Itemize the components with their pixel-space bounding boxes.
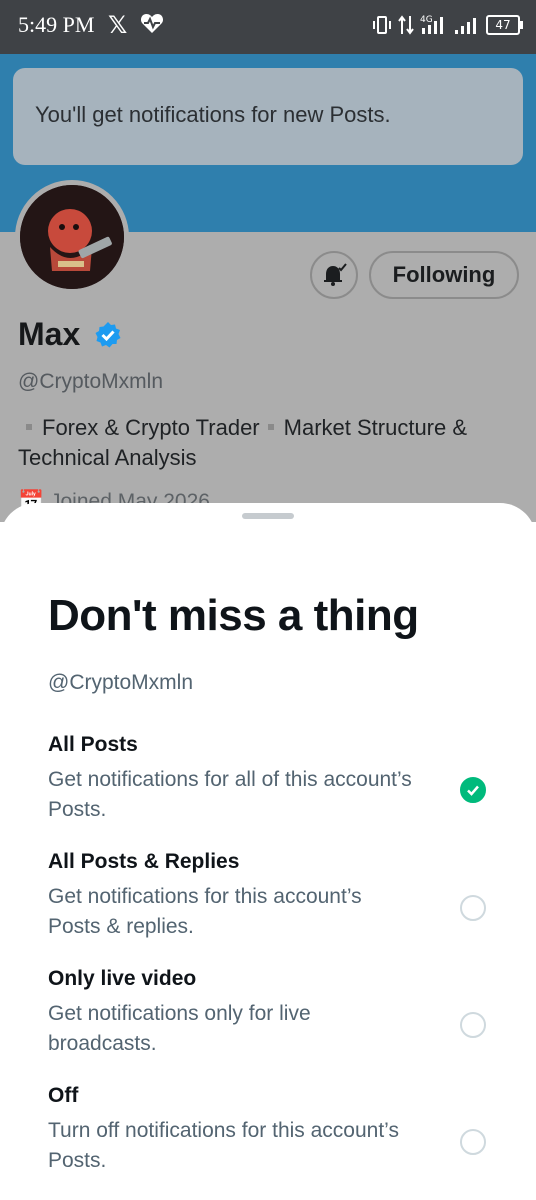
- sheet-account-handle: @CryptoMxmln: [48, 671, 194, 694]
- battery-icon: 47: [486, 15, 523, 35]
- screen: 5:49 PM 𝕏 4G 47 You'll get notifications…: [0, 0, 536, 1200]
- bell-icon: [324, 263, 347, 286]
- status-time: 5:49 PM: [18, 12, 95, 37]
- option-live-video[interactable]: Only live video Get notifications only f…: [48, 967, 508, 1077]
- option-all-posts-replies[interactable]: All Posts & Replies Get notifications fo…: [48, 850, 508, 960]
- bullet-icon: [267, 424, 274, 431]
- status-bar: 5:49 PM 𝕏 4G 47: [0, 0, 536, 54]
- checkmark-icon: [467, 785, 479, 796]
- signal-4g-icon: 4G: [420, 15, 443, 34]
- profile-handle: @CryptoMxmln: [18, 370, 164, 393]
- radio-live-video[interactable]: [460, 1012, 486, 1038]
- bio-item-1: Forex & Crypto Trader: [42, 415, 260, 440]
- radio-all-posts[interactable]: [460, 777, 486, 803]
- data-transfer-icon: [398, 15, 414, 35]
- profile-bio: Forex & Crypto Trader Market Structure & …: [18, 413, 518, 473]
- notifications-bottom-sheet: Don't miss a thing @CryptoMxmln All Post…: [0, 503, 536, 1200]
- option-description: Turn off notifications for this account’…: [48, 1119, 399, 1172]
- option-description: Get notifications only for live broadcas…: [48, 1002, 311, 1055]
- heart-pulse-icon: [140, 12, 164, 39]
- signal-bars-icon: [455, 18, 476, 34]
- option-title: Off: [48, 1084, 79, 1107]
- option-title: All Posts & Replies: [48, 850, 240, 873]
- option-title: Only live video: [48, 967, 197, 990]
- radio-all-posts-replies[interactable]: [460, 895, 486, 921]
- avatar-image: [20, 185, 124, 289]
- option-description: Get notifications for this account’s Pos…: [48, 885, 362, 938]
- profile-name: Max: [18, 316, 81, 352]
- option-title: All Posts: [48, 733, 138, 756]
- option-all-posts[interactable]: All Posts Get notifications for all of t…: [48, 733, 508, 843]
- radio-off[interactable]: [460, 1129, 486, 1155]
- notification-toast: You'll get notifications for new Posts.: [13, 68, 523, 165]
- x-logo-icon: 𝕏: [108, 11, 128, 39]
- status-right-icons: 4G 47: [372, 14, 523, 36]
- bullet-icon: [26, 424, 32, 431]
- network-label: 4G: [420, 15, 433, 25]
- bio-item-2-continued: Technical Analysis: [18, 445, 197, 470]
- bio-item-2: Market Structure &: [283, 415, 468, 440]
- following-button[interactable]: Following: [369, 251, 519, 299]
- sheet-title: Don't miss a thing: [48, 591, 419, 640]
- notification-bell-button[interactable]: [310, 251, 358, 299]
- option-description: Get notifications for all of this accoun…: [48, 768, 412, 821]
- avatar[interactable]: [15, 180, 129, 294]
- sheet-drag-handle[interactable]: [242, 513, 294, 519]
- vibrate-icon: [373, 16, 391, 34]
- option-off[interactable]: Off Turn off notifications for this acco…: [48, 1084, 508, 1194]
- toast-message: You'll get notifications for new Posts.: [35, 102, 391, 127]
- verified-badge-icon: [94, 321, 122, 354]
